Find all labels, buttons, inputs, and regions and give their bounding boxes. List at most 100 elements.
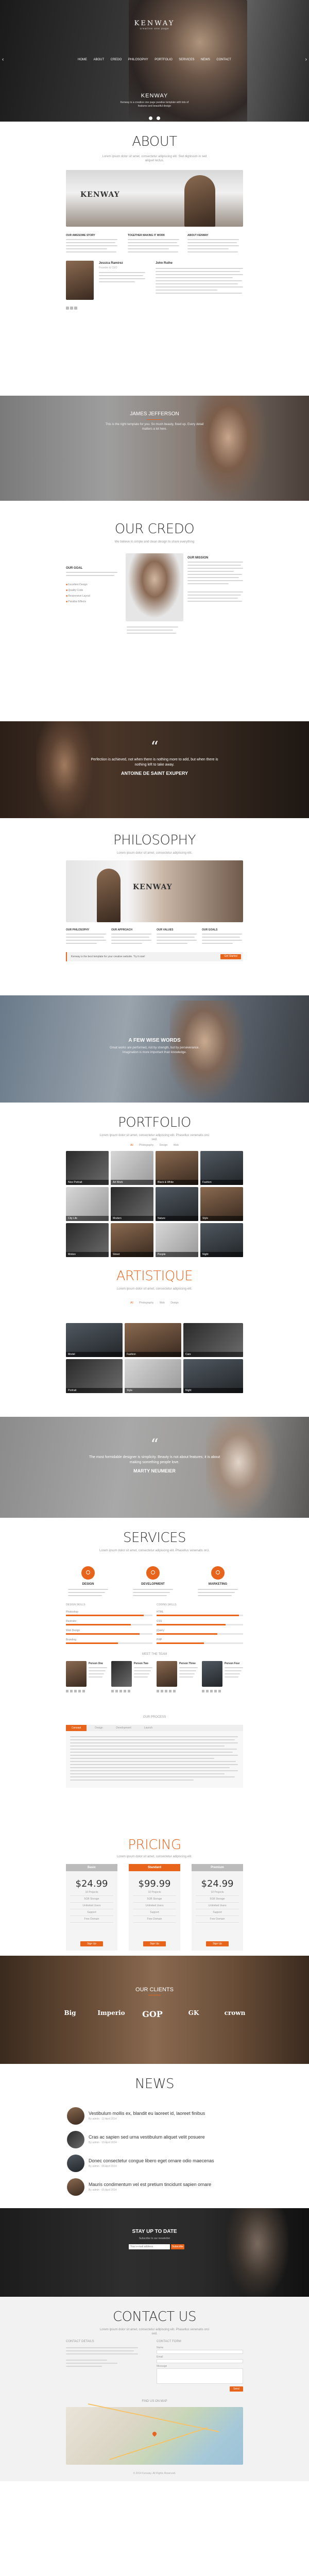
newsletter-email-input[interactable] [129, 2244, 170, 2249]
team-social-icons[interactable] [157, 1690, 177, 1692]
portfolio-item[interactable]: Motion [66, 1223, 109, 1257]
plan-feature: 5GB Storage [196, 1896, 239, 1903]
portfolio-item[interactable]: Nice Portrait [66, 1151, 109, 1185]
name-field[interactable] [157, 2350, 243, 2354]
tab-development[interactable]: Development [111, 1725, 136, 1731]
credo-center-photo [126, 553, 183, 621]
team-text-line [134, 1670, 151, 1671]
filter-all[interactable]: All [130, 1301, 133, 1304]
dribbble-icon[interactable] [74, 307, 77, 310]
plan-signup-button[interactable]: Sign Up [80, 1941, 103, 1946]
filter-all[interactable]: All [130, 1144, 133, 1147]
map[interactable] [66, 2403, 243, 2465]
tab-launch[interactable]: Launch [138, 1725, 159, 1731]
team-social-icons[interactable] [66, 1690, 87, 1692]
plan-feature: Support [70, 1909, 113, 1916]
copyright: © 2014 Kenway. All Rights Reserved. [133, 2472, 176, 2475]
plan-signup-button[interactable]: Sign Up [143, 1941, 166, 1946]
credo-section: Our Credo We believe in simple and clean… [0, 501, 309, 721]
skill-fill [66, 1624, 131, 1625]
scroll-dot-icon[interactable] [157, 116, 161, 120]
portfolio-item[interactable]: Nature [156, 1187, 198, 1221]
twitter-icon[interactable] [70, 307, 73, 310]
skill-fill [157, 1624, 226, 1625]
portfolio-item[interactable]: Art Work [111, 1151, 153, 1185]
news-item[interactable]: Mauris condimentum vel est pretium tinci… [67, 2178, 242, 2196]
portfolio-item[interactable]: Style [200, 1187, 243, 1221]
nav-philosophy[interactable]: Philosophy [128, 58, 148, 61]
service-icon [81, 1566, 95, 1580]
service-title: Development [141, 1583, 165, 1586]
nav-about[interactable]: About [94, 58, 105, 61]
email-field[interactable] [157, 2359, 243, 2363]
filter-photography[interactable]: Photography [139, 1144, 153, 1147]
team-social-icons[interactable] [111, 1690, 132, 1692]
pricing-section: Pricing Lorem ipsum dolor sit amet, cons… [0, 1837, 309, 1956]
send-button[interactable]: Send [230, 2386, 243, 2392]
team-member-name: Person Two [134, 1662, 148, 1665]
client-logo[interactable]: GK [175, 2009, 212, 2016]
get-started-button[interactable]: Get Started [220, 954, 241, 959]
client-logo[interactable]: Big [52, 2009, 89, 2016]
slider-prev-icon[interactable]: ‹ [2, 57, 4, 62]
quote-marty-section: “ The most formidable designer is simpli… [0, 1417, 309, 1518]
artistique-item[interactable]: Cars [183, 1323, 243, 1357]
team-photo[interactable] [157, 1661, 177, 1687]
credo-center-caption [127, 624, 182, 637]
news-item[interactable]: Donec consectetur congue libero eget orn… [67, 2155, 242, 2172]
portfolio-item[interactable]: Fashion [200, 1151, 243, 1185]
filter-photography[interactable]: Photography [139, 1301, 153, 1304]
skill-fill [157, 1642, 204, 1644]
portfolio-item[interactable]: Street [111, 1223, 153, 1257]
nav-home[interactable]: Home [78, 58, 87, 61]
slider-next-icon[interactable]: › [305, 57, 307, 62]
nav-contact[interactable]: Contact [216, 58, 231, 61]
filter-web[interactable]: Web [160, 1301, 165, 1304]
message-field[interactable] [157, 2368, 243, 2384]
label-message: Message [157, 2365, 167, 2368]
plan-signup-button[interactable]: Sign Up [206, 1941, 229, 1946]
news-thumb [67, 2178, 84, 2196]
team-text-line [134, 1667, 152, 1668]
artistique-item[interactable]: Night [183, 1359, 243, 1393]
portfolio-item[interactable]: City Life [66, 1187, 109, 1221]
portfolio-item[interactable]: Black & White [156, 1151, 198, 1185]
quote-marty-author: Marty Neumeier [133, 1468, 176, 1473]
team-photo[interactable] [111, 1661, 132, 1687]
portfolio-item[interactable]: People [156, 1223, 198, 1257]
nav-services[interactable]: Services [179, 58, 194, 61]
service-text-line [198, 1592, 235, 1593]
filter-design[interactable]: Design [160, 1144, 168, 1147]
credo-list-item: ■ Responsive Layout [66, 594, 90, 599]
team-social-icons[interactable] [202, 1690, 222, 1692]
artistique-item[interactable]: Style [125, 1359, 181, 1393]
filter-design[interactable]: Design [170, 1301, 179, 1304]
filter-web[interactable]: Web [174, 1144, 179, 1147]
facebook-icon[interactable] [66, 307, 69, 310]
nav-news[interactable]: News [201, 58, 210, 61]
artistique-item[interactable]: Portrait [66, 1359, 123, 1393]
logo[interactable]: KENWAY creative one page [0, 20, 309, 30]
nav-portfolio[interactable]: Portfolio [154, 58, 173, 61]
news-item[interactable]: Vestibulum mollis ex, blandit eu laoreet… [67, 2107, 242, 2125]
team-photo[interactable] [66, 1661, 87, 1687]
tab-concept[interactable]: Concept [66, 1725, 87, 1731]
portfolio-item[interactable]: Modern [111, 1187, 153, 1221]
logo-text: KENWAY [134, 20, 175, 27]
scroll-dot-icon[interactable] [148, 116, 152, 120]
client-logo[interactable]: Imperio [93, 2009, 130, 2016]
artistique-item[interactable]: Model [66, 1323, 123, 1357]
news-item[interactable]: Cras ac sapien sed urna vestibulum aliqu… [67, 2131, 242, 2148]
portfolio-item[interactable]: Night [200, 1223, 243, 1257]
tab-design[interactable]: Design [89, 1725, 109, 1731]
artistique-item[interactable]: Fashion [125, 1323, 181, 1357]
map-pin-icon[interactable] [151, 2431, 158, 2437]
nav-credo[interactable]: Credo [111, 58, 122, 61]
skill-fill [66, 1642, 118, 1644]
client-logo[interactable]: GOP [134, 2009, 171, 2019]
team-photo[interactable] [202, 1661, 222, 1687]
philosophy-title: Philosophy [113, 833, 196, 848]
subscribe-button[interactable]: Subscribe [171, 2244, 184, 2249]
client-logo[interactable]: crown [216, 2009, 253, 2016]
plan-feature: Free Domain [196, 1916, 239, 1923]
